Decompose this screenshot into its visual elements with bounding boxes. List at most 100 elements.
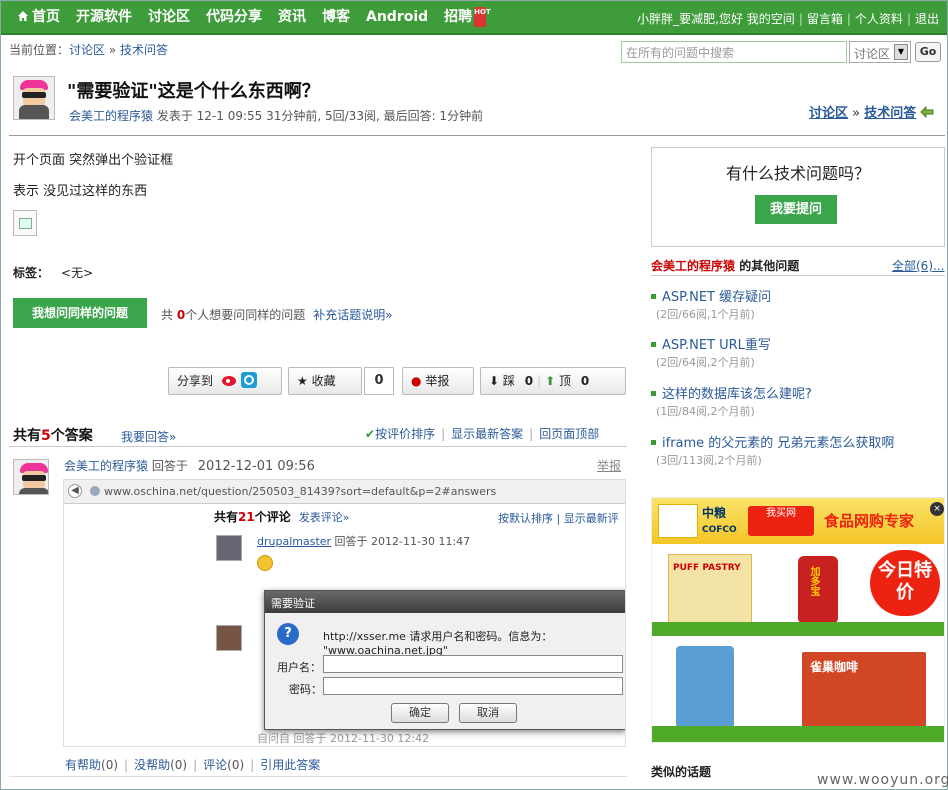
supplement-link[interactable]: 补充话题说明» <box>313 308 392 322</box>
close-icon[interactable]: × <box>930 502 944 516</box>
breadcrumb-tech-qa[interactable]: 技术问答 <box>120 43 168 57</box>
divider: | <box>441 427 446 441</box>
chevron-down-icon: ▼ <box>894 44 908 60</box>
related-question-meta: (3回/113阅,2个月前) <box>656 454 762 467</box>
weibo-icon[interactable] <box>221 373 239 387</box>
answer-datetime: 2012-12-01 09:56 <box>197 459 315 474</box>
answer-avatar[interactable] <box>13 459 49 495</box>
helpful-count: (0) <box>101 758 119 772</box>
breadcrumb-sep: » <box>108 43 117 57</box>
quote-answer-link[interactable]: 引用此答案 <box>260 758 320 772</box>
top-nav-bar: 首页 开源软件 讨论区 代码分享 资讯 博客 Android 招聘 HOT 小胖胖… <box>1 1 947 35</box>
tags-value: <无> <box>61 266 94 280</box>
link-profile[interactable]: 个人资料 <box>855 12 903 26</box>
bullet-icon <box>651 391 656 396</box>
back-to-top[interactable]: 回页面顶部 <box>539 427 599 441</box>
nav-jobs[interactable]: 招聘 HOT <box>444 7 494 27</box>
back-arrow-icon[interactable] <box>920 106 934 118</box>
vote-buttons: ⬇ 踩 0 | ⬆ 顶 0 <box>480 367 626 395</box>
divider <box>9 446 627 447</box>
bullet-icon <box>651 440 656 445</box>
embedded-url: www.oschina.net/question/250503_81439?so… <box>104 485 497 498</box>
related-question-link[interactable]: iframe 的父元素的 兄弟元素怎么获取啊 <box>662 436 894 451</box>
answers-heading: 共有5个答案 <box>13 425 93 445</box>
nav-forum[interactable]: 讨论区 <box>148 7 198 27</box>
not-helpful-count: (0) <box>170 758 188 772</box>
related-question-link[interactable]: 这样的数据库该怎么建呢? <box>662 387 812 402</box>
breadcrumb-prefix: 当前位置： <box>9 43 70 57</box>
divider <box>9 135 945 136</box>
link-logout[interactable]: 退出 <box>915 12 939 26</box>
pin-icon: ● <box>411 374 422 388</box>
nav-news[interactable]: 资讯 <box>278 7 314 27</box>
helpful-link[interactable]: 有帮助(0) <box>65 758 118 772</box>
check-icon: ✔ <box>365 427 376 441</box>
related-question-link[interactable]: ASP.NET URL重写 <box>662 338 771 353</box>
answers-prefix: 共有 <box>13 428 41 444</box>
ad-special-badge: 今日特价 <box>870 550 940 616</box>
link-message-box[interactable]: 留言箱 <box>807 12 843 26</box>
ad-banner[interactable]: 中粮 COFCO 我买网 食品网购专家 × PUFF PASTRY 加多宝 今日特… <box>651 497 945 743</box>
tags-label: 标签： <box>13 266 50 280</box>
sort-by-rating[interactable]: 按评价排序 <box>375 427 435 441</box>
link-my-space[interactable]: 我的空间 <box>747 12 795 26</box>
related-question-link[interactable]: ASP.NET 缓存疑问 <box>662 290 771 305</box>
right-breadcrumb-forum[interactable]: 讨论区 <box>809 106 848 121</box>
related-question-meta: (2回/64阅,2个月前) <box>656 356 755 369</box>
down-vote-button[interactable]: ⬇ 踩 0 <box>489 374 533 388</box>
comment-link[interactable]: 评论(0) <box>203 758 244 772</box>
related-question: ASP.NET URL重写 (2回/64阅,2个月前) <box>651 334 771 369</box>
sort-newest[interactable]: 显示最新答案 <box>451 427 523 441</box>
answer-meta: 会美工的程序猿 回答于 2012-12-01 09:56 <box>64 457 315 474</box>
product-coffee: 雀巢咖啡 <box>802 652 926 728</box>
nav-code-share[interactable]: 代码分享 <box>206 7 270 27</box>
qq-weibo-icon[interactable] <box>240 372 257 388</box>
right-breadcrumb: 讨论区 » 技术问答 <box>809 102 934 121</box>
embedded-screenshot: ◀ www.oschina.net/question/250503_81439?s… <box>63 479 626 747</box>
embedded-user-meta: 回答于 2012-11-30 11:47 <box>334 535 471 548</box>
report-button[interactable]: ● 举报 <box>402 367 474 395</box>
divider <box>9 776 627 777</box>
answer-sort-links: ✔按评价排序 | 显示最新答案 | 回页面顶部 <box>365 425 599 442</box>
smiley-icon <box>257 555 273 571</box>
same-question-button[interactable]: 我想问同样的问题 <box>13 298 147 328</box>
answer-verb: 回答于 <box>151 459 188 473</box>
page: 首页 开源软件 讨论区 代码分享 资讯 博客 Android 招聘 HOT 小胖胖… <box>0 0 948 790</box>
up-vote-button[interactable]: ⬆ 顶 0 <box>545 374 589 388</box>
breadcrumb-forum[interactable]: 讨论区 <box>69 43 105 57</box>
all-questions-link[interactable]: 全部(6)... <box>892 257 944 274</box>
nav-home[interactable]: 首页 <box>17 7 68 27</box>
not-helpful-link[interactable]: 没帮助(0) <box>134 758 187 772</box>
divider <box>651 275 945 276</box>
answer-report-link[interactable]: 举报 <box>597 457 621 474</box>
search-input[interactable]: 在所有的问题中搜索 <box>621 41 847 63</box>
question-body-line: 开个页面 突然弹出个验证框 <box>13 153 174 168</box>
arrow-down-icon: ⬇ <box>489 374 500 388</box>
question-icon: ? <box>277 623 299 645</box>
answer-author-link[interactable]: 会美工的程序猿 <box>64 459 148 473</box>
other-questions-user[interactable]: 会美工的程序猿 <box>651 259 735 273</box>
divider: | <box>124 758 129 772</box>
nav-android[interactable]: Android <box>366 7 436 27</box>
embedded-comments-heading: 共有21个评论 发表评论» <box>214 508 349 525</box>
nav-blog[interactable]: 博客 <box>322 7 358 27</box>
question-author-link[interactable]: 会美工的程序猿 <box>69 109 153 123</box>
nav-jobs-label: 招聘 <box>444 9 473 25</box>
divider: | <box>846 12 851 26</box>
search-scope-select[interactable]: 讨论区 ▼ <box>849 41 911 63</box>
same-suffix: 个人想要问同样的问题 <box>185 308 306 322</box>
search-go-button[interactable]: Go <box>915 42 941 62</box>
right-breadcrumb-tech-qa[interactable]: 技术问答 <box>864 106 916 121</box>
author-avatar[interactable] <box>13 76 55 120</box>
auth-dialog-title: 需要验证 <box>265 591 625 613</box>
share-button[interactable]: 分享到 <box>168 367 282 395</box>
same-prefix: 共 <box>161 308 174 322</box>
embedded-avatar <box>216 625 242 651</box>
nav-opensource[interactable]: 开源软件 <box>76 7 140 27</box>
same-question-count: 共 0个人想要问同样的问题 补充话题说明» <box>161 306 393 323</box>
favorite-button[interactable]: ★ 收藏 <box>288 367 362 395</box>
reply-link[interactable]: 我要回答» <box>121 428 176 445</box>
ask-question-button[interactable]: 我要提问 <box>755 195 837 224</box>
product-can: 加多宝 <box>798 556 838 624</box>
down-count: 0 <box>524 374 534 388</box>
